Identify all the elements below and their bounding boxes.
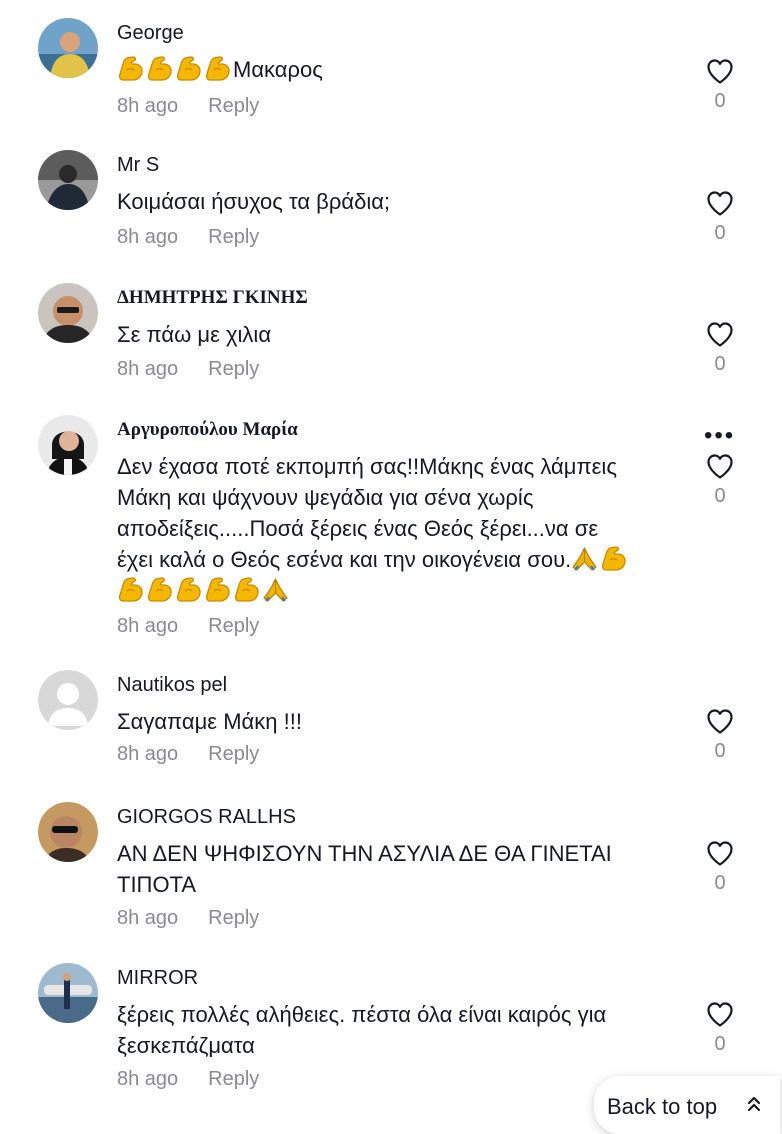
comment-time: 8h ago xyxy=(117,1068,179,1090)
like-button[interactable]: 0 xyxy=(703,190,737,245)
comment-time: 8h ago xyxy=(117,907,179,929)
avatar[interactable] xyxy=(38,802,98,862)
chevrons-up-icon xyxy=(746,1093,762,1115)
reply-button[interactable]: Reply xyxy=(208,907,259,929)
reply-button[interactable]: Reply xyxy=(208,358,259,380)
comment-time: 8h ago xyxy=(117,226,179,248)
like-button[interactable]: 0 xyxy=(703,708,737,763)
comment-text: Δεν έχασα ποτέ εκπομπή σας!!Μάκης ένας λ… xyxy=(117,451,687,606)
comment-text: ΑΝ ΔΕΝ ΨΗΦΙΣΟΥΝ ΤΗΝ ΑΣΥΛΙΑ ΔΕ ΘΑ ΓΙΝΕΤΑΙ… xyxy=(117,841,612,897)
reply-button[interactable]: Reply xyxy=(208,1068,259,1090)
like-button[interactable]: 0 xyxy=(703,840,737,895)
comment-time: 8h ago xyxy=(117,95,179,117)
flexed-biceps-icon xyxy=(146,576,173,603)
comment-time: 8h ago xyxy=(117,743,179,765)
comment-username[interactable]: George xyxy=(117,22,184,45)
like-button[interactable]: 0 xyxy=(703,453,737,508)
comment-emoji-line xyxy=(117,575,687,606)
avatar[interactable] xyxy=(38,963,98,1023)
comment-text: Κοιμάσαι ήσυχος τα βράδια; xyxy=(117,189,391,214)
heart-icon[interactable] xyxy=(706,321,734,347)
comment-meta: 8h ago Reply xyxy=(117,95,259,118)
like-count: 0 xyxy=(714,740,726,762)
comment-text-line: έχει καλά ο Θεός εσένα και την οικογένει… xyxy=(117,544,687,575)
comment-text-body: Μακαρος xyxy=(233,57,323,82)
heart-icon[interactable] xyxy=(706,190,734,216)
comment-username[interactable]: GIORGOS RALLHS xyxy=(117,806,296,829)
comment-text: Μακαρος xyxy=(117,54,687,85)
comment-meta: 8h ago Reply xyxy=(117,358,259,381)
comment-username[interactable]: Nautikos pel xyxy=(117,674,227,697)
flexed-biceps-icon xyxy=(204,576,231,603)
comment-text-line: αποδείξεις.....Ποσά ξέρεις ένας Θεός ξέρ… xyxy=(117,516,599,541)
avatar[interactable] xyxy=(38,670,98,730)
comment-text-line: Μάκη και ψάχνουν ψεγάδια για σένα χωρίς xyxy=(117,485,534,510)
comment-username[interactable]: MIRROR xyxy=(117,967,198,990)
flexed-biceps-icon xyxy=(600,545,627,572)
comment-meta: 8h ago Reply xyxy=(117,226,259,249)
more-options-icon[interactable]: ••• xyxy=(704,424,735,448)
back-to-top-label: Back to top xyxy=(607,1094,718,1119)
comment-meta: 8h ago Reply xyxy=(117,907,259,930)
like-count: 0 xyxy=(714,222,726,244)
avatar[interactable] xyxy=(38,415,98,475)
comment-text: Σε πάω με χιλια xyxy=(117,322,272,347)
flexed-biceps-icon xyxy=(117,55,144,82)
comment-time: 8h ago xyxy=(117,615,179,637)
comment-username[interactable]: ΔΗΜΗΤΡΗΣ ΓΚΙΝΗΣ xyxy=(117,287,308,309)
comment-username[interactable]: Αργυροπούλου Μαρία xyxy=(117,419,298,441)
reply-button[interactable]: Reply xyxy=(208,743,259,765)
reply-button[interactable]: Reply xyxy=(208,95,259,117)
avatar[interactable] xyxy=(38,18,98,78)
flexed-biceps-icon xyxy=(117,576,144,603)
folded-hands-icon xyxy=(571,545,598,572)
heart-icon[interactable] xyxy=(706,708,734,734)
comment-text: ξέρεις πολλές αλήθειες. πέστα όλα είναι … xyxy=(117,1002,607,1058)
like-count: 0 xyxy=(714,485,726,507)
comment-time: 8h ago xyxy=(117,358,179,380)
like-count: 0 xyxy=(714,353,726,375)
comment-username[interactable]: Mr S xyxy=(117,154,159,177)
reply-button[interactable]: Reply xyxy=(208,226,259,248)
flexed-biceps-icon xyxy=(175,55,202,82)
like-button[interactable]: 0 xyxy=(703,1001,737,1056)
flexed-biceps-icon xyxy=(146,55,173,82)
flexed-biceps-icon xyxy=(233,576,260,603)
flexed-biceps-icon xyxy=(175,576,202,603)
like-button[interactable]: 0 xyxy=(703,321,737,376)
avatar[interactable] xyxy=(38,283,98,343)
comment-text-body: έχει καλά ο Θεός εσένα και την οικογένει… xyxy=(117,547,572,572)
like-button[interactable]: 0 xyxy=(703,58,737,113)
back-to-top-button[interactable]: Back to top xyxy=(594,1076,780,1134)
heart-icon[interactable] xyxy=(706,1001,734,1027)
comment-meta: 8h ago Reply xyxy=(117,1068,259,1091)
heart-icon[interactable] xyxy=(706,840,734,866)
comment-meta: 8h ago Reply xyxy=(117,743,259,766)
folded-hands-icon xyxy=(262,576,289,603)
reply-button[interactable]: Reply xyxy=(208,615,259,637)
like-count: 0 xyxy=(714,90,726,112)
comment-meta: 8h ago Reply xyxy=(117,615,259,638)
like-count: 0 xyxy=(714,1033,726,1055)
comment-text: Σαγαπαμε Μάκη !!! xyxy=(117,709,302,734)
avatar[interactable] xyxy=(38,150,98,210)
like-count: 0 xyxy=(714,872,726,894)
comment-text-line: Δεν έχασα ποτέ εκπομπή σας!!Μάκης ένας λ… xyxy=(117,454,617,479)
heart-icon[interactable] xyxy=(706,58,734,84)
flexed-biceps-icon xyxy=(204,55,231,82)
heart-icon[interactable] xyxy=(706,453,734,479)
